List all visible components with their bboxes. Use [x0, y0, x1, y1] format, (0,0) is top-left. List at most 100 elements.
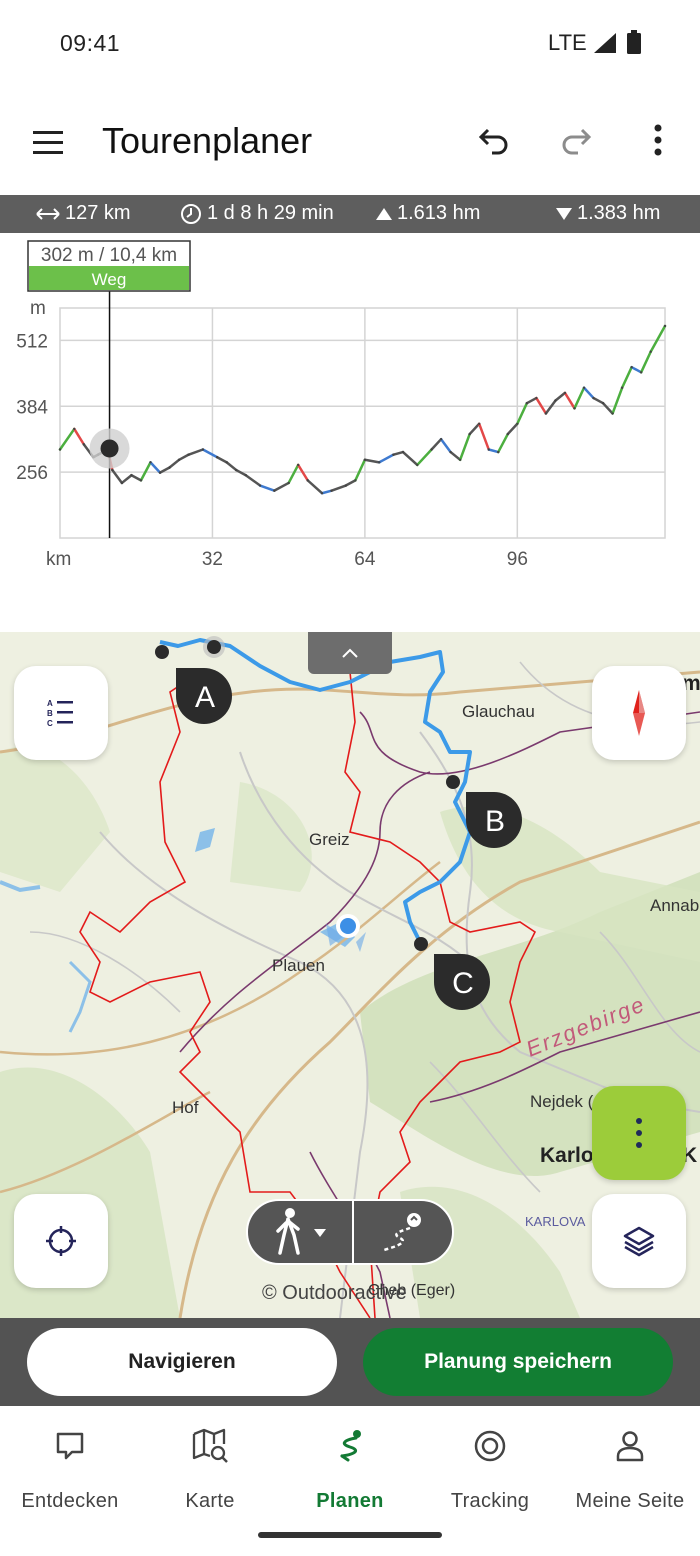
profile-point — [149, 461, 152, 464]
save-plan-button[interactable]: Planung speichern — [363, 1328, 673, 1396]
waypoint-a-dot[interactable] — [152, 642, 172, 662]
page-title: Tourenplaner — [102, 120, 313, 161]
elevation-chart[interactable]: 302 m / 10,4 km Weg 256 384 512 32 64 96 m km — [0, 233, 700, 631]
nav-item-tracking[interactable]: Tracking — [420, 1422, 560, 1518]
profile-segment — [630, 365, 643, 374]
profile-segment — [468, 422, 481, 436]
hiking-icon — [276, 1208, 326, 1255]
nav-item-entdecken[interactable]: Entdecken — [0, 1422, 140, 1518]
profile-point — [168, 466, 171, 469]
y-unit-label: m — [30, 298, 46, 319]
profile-segment — [592, 396, 605, 405]
map-label-glauchau: Glauchau — [462, 702, 535, 721]
x-tick-label: 32 — [202, 549, 223, 570]
distance-icon — [36, 207, 60, 220]
undo-icon[interactable] — [470, 116, 518, 164]
y-tick-label: 512 — [16, 331, 48, 352]
waypoint-c-pin[interactable]: C — [434, 954, 490, 1010]
x-tick-label: 96 — [507, 549, 528, 570]
map-label-greiz: Greiz — [309, 830, 350, 849]
waypoint-a-label: A — [195, 681, 215, 714]
more-options-icon[interactable] — [634, 116, 682, 164]
profile-point — [416, 463, 419, 467]
map-label-karlovy-vary: Karlo — [540, 1144, 594, 1167]
home-indicator[interactable] — [258, 1532, 442, 1538]
waypoint-list-button[interactable]: A B C — [14, 666, 108, 760]
route-start-marker[interactable] — [202, 635, 226, 659]
stat-ascent-value: 1.613 hm — [397, 202, 481, 224]
waypoint-c-dot[interactable] — [411, 934, 431, 954]
redo-icon[interactable] — [552, 116, 600, 164]
elevation-profile[interactable]: 302 m / 10,4 km Weg 256 384 512 32 64 96 m km — [0, 233, 700, 631]
profile-cursor-dot — [100, 439, 119, 458]
profile-segment — [120, 473, 133, 485]
route-mode-button[interactable] — [353, 1201, 452, 1263]
pin-icon: A — [176, 668, 232, 724]
profile-segment — [497, 432, 510, 454]
waypoint-c-label: C — [452, 967, 474, 1000]
map-search-icon — [192, 1428, 228, 1463]
profile-point — [535, 396, 538, 400]
route-stats-bar: 127 km 1 d 8 h 29 min 1.613 hm 1.383 hm — [0, 195, 700, 233]
activity-type-selector[interactable] — [248, 1201, 352, 1263]
profile-segment — [287, 463, 300, 485]
signal-icon — [594, 33, 616, 53]
compass-button[interactable] — [592, 666, 686, 760]
stat-descent: 1.383 hm — [556, 202, 660, 225]
descent-icon — [556, 207, 572, 220]
menu-icon[interactable] — [24, 118, 72, 166]
profile-segment — [215, 455, 228, 464]
pin-icon: C — [434, 954, 490, 1010]
profile-point — [187, 453, 190, 456]
profile-point — [525, 401, 529, 405]
stat-ascent: 1.613 hm — [376, 202, 480, 225]
profile-segment — [273, 481, 290, 492]
routing-mode-switch[interactable] — [246, 1199, 454, 1265]
profile-segment — [168, 458, 181, 469]
map-copyright: © Outdooractive — [262, 1282, 407, 1304]
map-label-annaberg: Annab — [650, 896, 700, 915]
profile-point — [354, 479, 357, 482]
waypoint-b-dot[interactable] — [443, 772, 463, 792]
nav-item-meine-seite[interactable]: Meine Seite — [560, 1422, 700, 1518]
ascent-icon — [376, 207, 392, 220]
locate-me-button[interactable] — [14, 1194, 108, 1288]
profile-point — [344, 484, 348, 487]
profile-point — [639, 371, 643, 374]
profile-point — [630, 365, 633, 369]
profile-segment — [487, 448, 500, 454]
profile-segment — [149, 461, 162, 474]
profile-point — [73, 427, 76, 431]
profile-segment — [554, 391, 567, 402]
chevron-up-icon — [342, 648, 358, 658]
user-location-marker — [326, 914, 366, 952]
profile-segment — [439, 437, 452, 454]
waypoint-a-pin[interactable]: A — [176, 668, 232, 724]
route-icon — [383, 1213, 421, 1252]
map-view[interactable]: Erzgebirge Glauchau Greiz Plauen Hof Ann… — [0, 632, 700, 1318]
nav-item-planen[interactable]: Planen — [280, 1422, 420, 1518]
profile-point — [620, 386, 624, 389]
navigate-button[interactable]: Navigieren — [27, 1328, 337, 1396]
map-label-nejdek: Nejdek ( — [530, 1092, 594, 1111]
profile-segment — [525, 396, 538, 405]
map-label-karlova: KARLOVA — [525, 1214, 586, 1229]
waypoint-b-pin[interactable]: B — [466, 792, 522, 848]
profile-segment — [620, 365, 633, 390]
map-layers-button[interactable] — [592, 1194, 686, 1288]
profile-point — [468, 432, 471, 436]
profile-segment — [258, 484, 276, 492]
bottom-navigation: Entdecken Karte Planen Tracking Meine Se… — [0, 1406, 700, 1556]
pin-icon: B — [466, 792, 522, 848]
map-options-button[interactable] — [592, 1086, 686, 1180]
status-bar: 09:41 LTE — [0, 0, 700, 88]
profile-segment — [201, 448, 219, 459]
stat-distance-value: 127 km — [65, 202, 131, 224]
profile-point — [449, 450, 452, 454]
x-unit-label: km — [46, 549, 71, 570]
route-planner-icon — [340, 1430, 361, 1462]
nav-item-karte[interactable]: Karte — [140, 1422, 280, 1518]
profile-collapse-toggle[interactable] — [308, 632, 392, 674]
stat-duration-value: 1 d 8 h 29 min — [207, 202, 334, 224]
profile-point — [544, 412, 548, 415]
